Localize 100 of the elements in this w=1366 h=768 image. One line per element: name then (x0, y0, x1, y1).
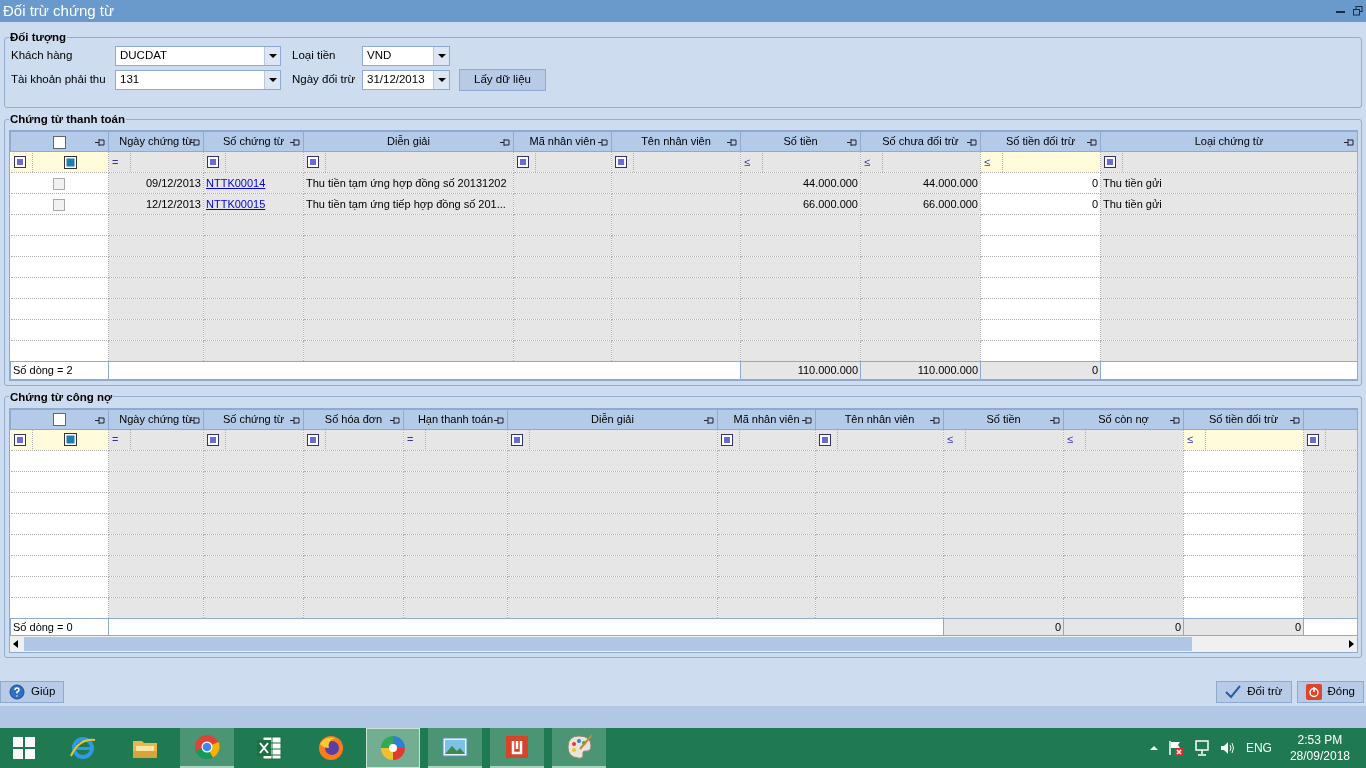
filter-field[interactable] (10, 429, 109, 450)
filter-operator[interactable]: ≤ (947, 431, 954, 448)
filter-icon[interactable] (511, 433, 523, 446)
filter-field[interactable]: ≤ (860, 151, 981, 173)
column-header[interactable]: Diễn giải (303, 131, 514, 152)
column-header[interactable]: Số tiền đối trừ (1183, 409, 1304, 429)
filter-field[interactable] (1303, 429, 1358, 450)
filter-operator[interactable]: = (112, 431, 119, 448)
filter-field[interactable]: ≤ (1183, 429, 1304, 450)
column-header[interactable]: Loại chứng từ (1100, 131, 1358, 152)
filter-field[interactable] (513, 151, 612, 173)
filter-field[interactable] (1100, 151, 1358, 173)
offset-button[interactable]: Đối trừ (1216, 681, 1292, 703)
square-icon[interactable] (63, 155, 77, 169)
filter-operator[interactable]: ≤ (744, 153, 751, 171)
filter-icon[interactable] (1104, 156, 1116, 168)
horizontal-scrollbar[interactable] (10, 636, 1357, 652)
document-link[interactable]: NTTK00014 (206, 176, 266, 189)
filter-field[interactable] (10, 151, 109, 173)
pin-icon[interactable] (727, 138, 737, 147)
pin-icon[interactable] (704, 415, 714, 425)
column-header[interactable]: Số tiền (943, 409, 1064, 429)
filter-icon[interactable] (307, 433, 319, 446)
filter-field[interactable]: = (403, 429, 508, 450)
column-header[interactable]: Diễn giải (507, 409, 718, 429)
column-header[interactable]: Tên nhân viên (611, 131, 741, 152)
dropdown-field[interactable]: 31/12/2013 (362, 70, 450, 90)
load-data-button[interactable]: Lấy dữ liệu (459, 69, 546, 91)
close-button[interactable]: Đóng (1296, 681, 1364, 703)
dropdown-arrow-icon[interactable] (268, 78, 277, 82)
taskbar-button[interactable] (180, 728, 234, 768)
taskbar-button[interactable] (552, 728, 606, 768)
dropdown-field[interactable]: DUCDAT (115, 46, 281, 66)
select-all-checkbox[interactable] (53, 413, 66, 427)
filter-field[interactable] (303, 429, 404, 450)
column-header[interactable]: Hạn thanh toán (403, 409, 508, 429)
pin-icon[interactable] (1344, 138, 1354, 147)
filter-icon[interactable] (207, 433, 219, 446)
flag-icon[interactable] (1167, 740, 1184, 756)
filter-field[interactable] (717, 429, 816, 450)
pin-icon[interactable] (930, 415, 940, 425)
filter-field[interactable] (203, 429, 304, 450)
filter-operator[interactable]: = (112, 153, 119, 171)
column-header[interactable]: Số chứng từ (203, 131, 304, 152)
dropdown-arrow-icon[interactable] (437, 54, 446, 58)
filter-icon[interactable] (819, 433, 831, 446)
dropdown-arrow-icon[interactable] (437, 78, 446, 82)
column-header[interactable]: Tên nhân viên (815, 409, 944, 429)
filter-operator[interactable]: = (407, 431, 414, 448)
filter-operator[interactable]: ≤ (1067, 431, 1074, 448)
taskbar-button[interactable] (366, 728, 420, 768)
filter-icon[interactable] (517, 156, 529, 168)
pin-icon[interactable] (1290, 415, 1300, 425)
clock[interactable]: 2:53 PM 28/09/2018 (1289, 732, 1350, 764)
column-header[interactable]: Số hóa đơn (303, 409, 404, 429)
pin-icon[interactable] (95, 138, 105, 147)
help-button[interactable]: Giúp (0, 681, 65, 703)
pin-icon[interactable] (847, 138, 857, 147)
column-header[interactable]: Số chưa đối trừ (860, 131, 981, 152)
pin-icon[interactable] (1050, 415, 1060, 425)
filter-icon[interactable] (1307, 433, 1319, 446)
pin-icon[interactable] (95, 415, 105, 425)
column-header[interactable]: Số tiền đối trừ (980, 131, 1101, 152)
filter-field[interactable]: ≤ (980, 151, 1101, 173)
column-header[interactable]: Số chứng từ (203, 409, 304, 429)
filter-field[interactable]: = (108, 429, 204, 450)
select-all-checkbox[interactable] (53, 135, 66, 149)
filter-field[interactable] (303, 151, 514, 173)
speaker-icon[interactable] (1219, 740, 1236, 756)
column-header[interactable]: Ngày chứng từ (108, 131, 204, 152)
restore-icon[interactable] (1353, 6, 1363, 16)
pin-icon[interactable] (390, 415, 400, 425)
filter-operator[interactable]: ≤ (1187, 431, 1194, 448)
show-hidden-icon[interactable] (1149, 745, 1158, 751)
filter-field[interactable] (611, 151, 741, 173)
row-checkbox[interactable] (53, 177, 66, 190)
filter-icon[interactable] (307, 156, 319, 168)
pin-icon[interactable] (802, 415, 812, 425)
column-header[interactable]: Ngày chứng từ (108, 409, 204, 429)
taskbar-button[interactable] (428, 728, 482, 768)
dropdown-arrow-icon[interactable] (268, 54, 277, 58)
square-icon[interactable] (63, 433, 77, 446)
pin-icon[interactable] (1170, 415, 1180, 425)
column-header[interactable]: Mã nhân viên (513, 131, 612, 152)
pin-icon[interactable] (494, 415, 504, 425)
filter-operator[interactable]: ≤ (864, 153, 871, 171)
pin-icon[interactable] (1087, 138, 1097, 147)
filter-icon[interactable] (615, 156, 627, 168)
language-indicator[interactable]: ENG (1245, 739, 1272, 757)
filter-icon[interactable] (207, 156, 219, 168)
column-header[interactable]: Mã nhân viên (717, 409, 816, 429)
scroll-thumb[interactable] (24, 637, 1192, 651)
document-link[interactable]: NTTK00015 (206, 197, 266, 210)
filter-field[interactable] (203, 151, 304, 173)
filter-icon[interactable] (721, 433, 733, 446)
pin-icon[interactable] (290, 415, 300, 425)
column-header[interactable] (10, 409, 109, 429)
pin-icon[interactable] (967, 138, 977, 147)
taskbar-button[interactable] (490, 728, 544, 768)
filter-field[interactable]: ≤ (740, 151, 861, 173)
